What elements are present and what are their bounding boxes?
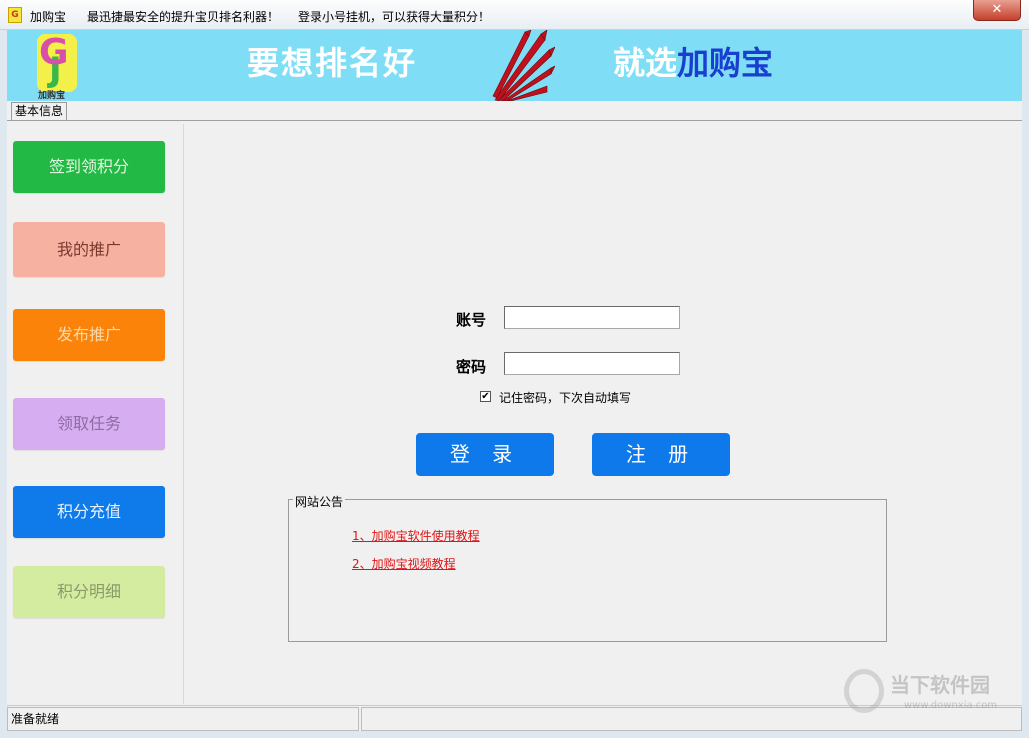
password-label: 密码 <box>456 358 487 376</box>
sidebar-item-points-detail[interactable]: 积分明细 <box>13 566 165 618</box>
status-text: 准备就绪 <box>7 707 359 731</box>
login-button[interactable]: 登 录 <box>416 433 554 476</box>
watermark-url: www.downxia.com <box>904 700 998 711</box>
close-button[interactable]: ✕ <box>973 0 1021 21</box>
account-label: 账号 <box>456 311 487 329</box>
password-input[interactable] <box>504 352 680 375</box>
slogan-right-prefix: 就选 <box>613 44 678 82</box>
remember-password-checkbox[interactable]: ✔ <box>480 391 491 402</box>
remember-password-label[interactable]: 记住密码，下次自动填写 <box>499 389 631 406</box>
slogan-left: 要想排名好 <box>247 44 418 82</box>
tab-basic-info[interactable]: 基本信息 <box>11 102 68 120</box>
watermark-logo-icon <box>844 669 884 713</box>
register-button[interactable]: 注 册 <box>592 433 730 476</box>
slogan-right: 就选加购宝 <box>613 38 773 84</box>
header-banner: J G 加购宝 要想排名好 就选加购宝 <box>7 30 1022 101</box>
title-message-1: 最迅捷最安全的提升宝贝排名利器！ <box>87 10 280 24</box>
slogan-brand: 加购宝 <box>677 44 774 82</box>
account-input[interactable] <box>504 306 680 329</box>
watermark-text: 当下软件园 <box>890 673 990 697</box>
app-icon: G <box>8 7 22 23</box>
title-message-2: 登录小号挂机，可以获得大量积分！ <box>298 10 491 24</box>
sidebar-item-recharge[interactable]: 积分充值 <box>13 486 165 538</box>
sidebar-item-claim-task[interactable]: 领取任务 <box>13 398 165 450</box>
logo-text: 加购宝 <box>38 91 66 101</box>
checkmark-icon: ✔ <box>481 391 490 402</box>
tab-divider <box>7 120 1022 121</box>
notice-title: 网站公告 <box>293 493 346 510</box>
watermark: 当下软件园 www.downxia.com <box>844 667 1014 717</box>
window-title: 加购宝 <box>30 10 67 24</box>
sidebar-item-publish-promotion[interactable]: 发布推广 <box>13 309 165 361</box>
sidebar-item-sign-in[interactable]: 签到领积分 <box>13 141 165 193</box>
arrows-icon <box>492 30 555 101</box>
logo: J G 加购宝 <box>35 32 83 101</box>
close-icon: ✕ <box>991 2 1003 17</box>
sidebar-item-my-promotion[interactable]: 我的推广 <box>13 222 165 277</box>
notice-link-video[interactable]: 2、加购宝视频教程 <box>352 555 456 572</box>
notice-link-tutorial[interactable]: 1、加购宝软件使用教程 <box>352 527 480 544</box>
logo-letter-g: G <box>39 32 69 73</box>
